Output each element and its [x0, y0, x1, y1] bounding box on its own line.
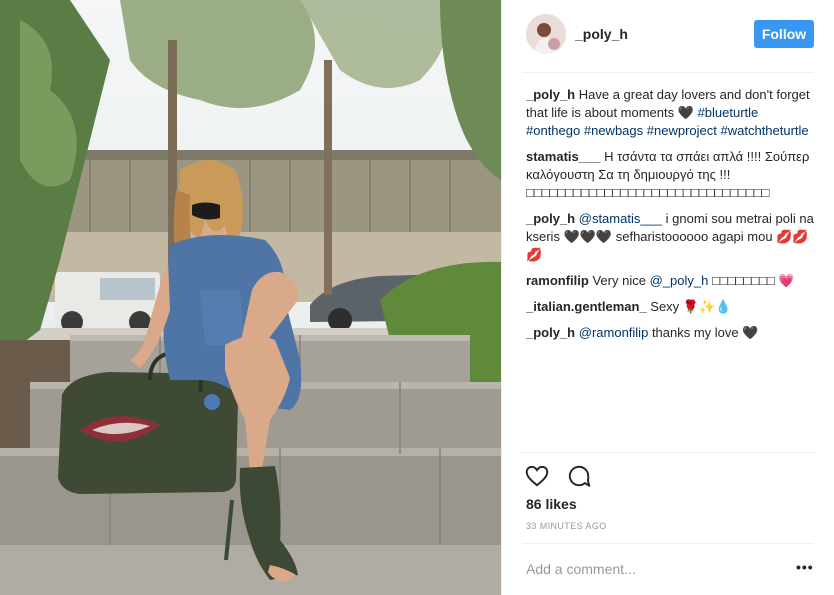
comment-text: Very nice: [592, 273, 646, 288]
comment-text: thanks my love 🖤: [651, 325, 759, 340]
comment-list: _poly_h Have a great day lovers and don'…: [526, 86, 816, 350]
comment-text: □□□□□□□□ 💗: [711, 273, 795, 288]
comment-item: stamatis___ Η τσάντα τα σπάει απλά !!!! …: [526, 148, 816, 202]
post-author-username[interactable]: _poly_h: [575, 26, 628, 42]
more-options-button[interactable]: •••: [796, 559, 814, 575]
comment-author[interactable]: _poly_h: [526, 211, 575, 226]
comment-input-divider: [522, 543, 814, 544]
hashtag-link[interactable]: #newproject: [647, 123, 717, 138]
hashtag-link[interactable]: #blueturtle: [698, 105, 759, 120]
hashtag-link[interactable]: #watchtheturtle: [721, 123, 809, 138]
post-photo[interactable]: [0, 0, 501, 595]
avatar-image: [526, 14, 566, 54]
hashtag-link[interactable]: #onthego: [526, 123, 580, 138]
comment-text: Sexy 🌹✨💧: [650, 299, 732, 314]
post-header: _poly_h Follow: [502, 0, 834, 72]
comment-author[interactable]: ramonfilip: [526, 273, 589, 288]
comment-author[interactable]: _poly_h: [526, 325, 575, 340]
comment-item: _poly_h @stamatis___ i gnomi sou metrai …: [526, 210, 816, 264]
hashtag-link[interactable]: #newbags: [584, 123, 643, 138]
comment-item: ramonfilip Very nice @_poly_h □□□□□□□□ 💗: [526, 272, 816, 290]
post-timestamp: 33 MINUTES AGO: [526, 521, 607, 531]
likes-count[interactable]: 86 likes: [526, 496, 577, 512]
comment-author[interactable]: _poly_h: [526, 87, 575, 102]
heart-outline-icon[interactable]: [524, 463, 550, 489]
post-actions: [524, 463, 604, 489]
follow-button[interactable]: Follow: [754, 20, 814, 48]
actions-divider: [522, 452, 814, 453]
post-image: [0, 0, 501, 595]
speech-bubble-icon[interactable]: [566, 463, 592, 489]
comment-item: _italian.gentleman_ Sexy 🌹✨💧: [526, 298, 816, 316]
post-sidebar: _poly_h Follow _poly_h Have a great day …: [501, 0, 834, 595]
comment-author[interactable]: stamatis___: [526, 149, 600, 164]
mention-link[interactable]: @stamatis___: [579, 211, 662, 226]
header-divider: [522, 72, 814, 73]
comment-author[interactable]: _italian.gentleman_: [526, 299, 647, 314]
comment-item: _poly_h @ramonfilip thanks my love 🖤: [526, 324, 816, 342]
mention-link[interactable]: @_poly_h: [650, 273, 709, 288]
add-comment-input[interactable]: Add a comment...: [526, 561, 786, 577]
avatar[interactable]: [526, 14, 566, 54]
mention-link[interactable]: @ramonfilip: [579, 325, 649, 340]
comment-item: _poly_h Have a great day lovers and don'…: [526, 86, 816, 140]
